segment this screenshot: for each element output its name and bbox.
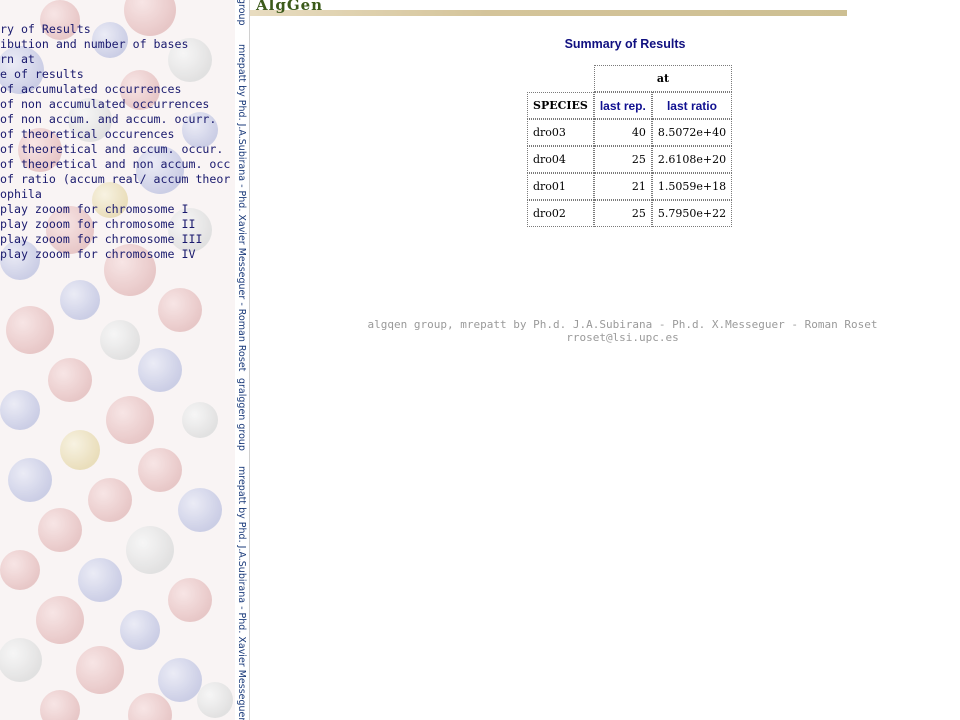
last-rep-cell: 25 <box>593 200 652 227</box>
menu-item[interactable]: e of results <box>0 67 230 82</box>
empty-corner-cell <box>527 65 594 92</box>
menu-item[interactable]: of theoretical and accum. occur. <box>0 142 230 157</box>
species-cell: dro01 <box>527 173 594 200</box>
table-header-row-columns: SPECIES last rep. last ratio <box>527 92 733 119</box>
menu-item[interactable]: play zooom for chromosome IV <box>0 247 230 262</box>
table-header-row-pattern: at <box>527 65 733 92</box>
banner-bar <box>250 10 847 16</box>
menu-item[interactable]: of ratio (accum real/ accum theor <box>0 172 230 187</box>
species-column-header: SPECIES <box>527 92 594 119</box>
pattern-header: at <box>593 65 733 92</box>
results-table: at SPECIES last rep. last ratio dro03 40 8… <box>527 65 733 227</box>
menu-item[interactable]: play zooom for chromosome II <box>0 217 230 232</box>
credit-text-gralggen: gralggen group <box>236 378 247 451</box>
table-row: dro01 21 1.5059e+18 <box>527 173 733 200</box>
menu-item[interactable]: of non accum. and accum. ocurr. <box>0 112 230 127</box>
table-row: dro04 25 2.6108e+20 <box>527 146 733 173</box>
last-ratio-cell: 8.5072e+40 <box>651 119 733 146</box>
menu-item[interactable]: of accumulated occurrences <box>0 82 230 97</box>
species-cell: dro03 <box>527 119 594 146</box>
menu-item[interactable]: of theoretical occurences <box>0 127 230 142</box>
credit-text-authors-repeat: mrepatt by Phd. J.A.Subirana - Phd. Xavi… <box>236 466 247 720</box>
last-ratio-cell: 5.7950e+22 <box>651 200 733 227</box>
menu-item[interactable]: of non accumulated occurrences <box>0 97 230 112</box>
last-ratio-cell: 2.6108e+20 <box>651 146 733 173</box>
menu-item[interactable]: of theoretical and non accum. occ <box>0 157 230 172</box>
footer-credit-line: algqen group, mrepatt by Ph.d. J.A.Subir… <box>367 318 878 331</box>
results-menu: ry of Results ibution and number of bases… <box>0 22 230 262</box>
summary-title: Summary of Results <box>564 37 686 51</box>
last-rep-cell: 25 <box>593 146 652 173</box>
menu-item[interactable]: play zooom for chromosome III <box>0 232 230 247</box>
credit-text-group: group <box>236 0 247 26</box>
table-row: dro03 40 8.5072e+40 <box>527 119 733 146</box>
table-row: dro02 25 5.7950e+22 <box>527 200 733 227</box>
frame-divider <box>249 0 250 720</box>
menu-item[interactable]: rn at <box>0 52 230 67</box>
last-rep-cell: 21 <box>593 173 652 200</box>
menu-item[interactable]: ibution and number of bases <box>0 37 230 52</box>
results-table-body: dro03 40 8.5072e+40 dro04 25 2.6108e+20 dro01 2… <box>527 119 733 227</box>
vertical-credits-strip: group mrepatt by Phd. J.A.Subirana - Phd… <box>235 0 249 720</box>
species-cell: dro04 <box>527 146 594 173</box>
browser-page: ry of Results ibution and number of bases… <box>0 0 960 720</box>
banner-logo[interactable]: AlgGen <box>256 0 323 14</box>
menu-item[interactable]: ry of Results <box>0 22 230 37</box>
menu-item[interactable]: play zooom for chromosome I <box>0 202 230 217</box>
credit-text-authors: mrepatt by Phd. J.A.Subirana - Phd. Xavi… <box>236 44 247 372</box>
last-rep-cell: 40 <box>593 119 652 146</box>
footer-email[interactable]: rroset@lsi.upc.es <box>330 331 915 344</box>
menu-item[interactable]: ophila <box>0 187 230 202</box>
left-nav-frame: ry of Results ibution and number of bases… <box>0 0 235 720</box>
last-ratio-column-header[interactable]: last ratio <box>651 92 733 119</box>
last-rep-column-header[interactable]: last rep. <box>593 92 652 119</box>
top-banner: AlgGen <box>250 0 847 16</box>
species-cell: dro02 <box>527 200 594 227</box>
footer-credits: algqen group, mrepatt by Ph.d. J.A.Subir… <box>330 318 915 344</box>
last-ratio-cell: 1.5059e+18 <box>651 173 733 200</box>
